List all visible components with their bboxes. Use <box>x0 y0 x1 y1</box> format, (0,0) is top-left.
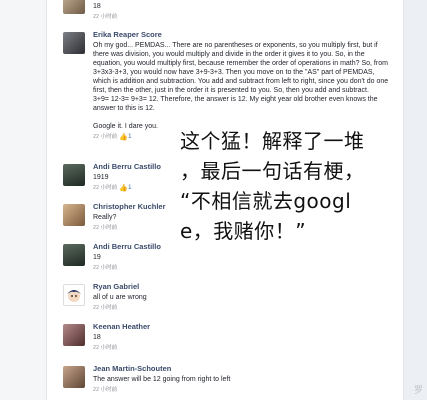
comment-timestamp[interactable]: 22 小时前 <box>93 184 117 193</box>
avatar[interactable] <box>63 284 85 306</box>
comment-timestamp[interactable]: 22 小时前 <box>93 344 117 353</box>
right-gutter <box>403 0 427 400</box>
comment-timestamp[interactable]: 22 小时前 <box>93 264 117 273</box>
avatar[interactable] <box>63 0 85 14</box>
comment-text: Oh my god... PEMDAS... There are no pare… <box>93 42 389 130</box>
avatar[interactable] <box>63 32 85 54</box>
thumbs-up-icon[interactable]: 👍 <box>119 134 128 141</box>
comment-timestamp[interactable]: 22 小时前 <box>93 13 117 22</box>
avatar[interactable] <box>63 204 85 226</box>
comment-timestamp[interactable]: 22 小时前 <box>93 133 117 142</box>
watermark: 罗 <box>413 385 423 395</box>
like-count[interactable]: 1 <box>128 184 131 193</box>
cartoon-avatar-icon <box>67 290 81 302</box>
comment-timestamp[interactable]: 22 小时前 <box>93 304 117 313</box>
commenter-name[interactable]: Keenan Heather <box>93 322 393 332</box>
commenter-name[interactable]: Jean Martin-Schouten <box>93 364 393 374</box>
comment-timestamp[interactable]: 22 小时前 <box>93 224 117 233</box>
comment-text: The answer will be 12 going from right t… <box>93 376 231 383</box>
avatar[interactable] <box>63 366 85 388</box>
thumbs-up-icon[interactable]: 👍 <box>119 185 128 192</box>
chinese-annotation: 这个猛！解释了一堆 ，最后一句话有梗， “不相信就去googl e，我赌你！” <box>180 129 365 243</box>
comment-text: all of u are wrong <box>93 294 147 301</box>
comment-text: 18 <box>93 3 101 10</box>
avatar[interactable] <box>63 244 85 266</box>
like-count[interactable]: 1 <box>128 133 131 142</box>
avatar[interactable] <box>63 324 85 346</box>
comment-text: 18 <box>93 334 101 341</box>
comment-timestamp[interactable]: 22 小时前 <box>93 386 117 395</box>
comment-item: 18 22 小时前 <box>63 0 393 24</box>
avatar[interactable] <box>63 164 85 186</box>
commenter-name[interactable]: Erika Reaper Score <box>93 30 393 40</box>
commenter-name[interactable]: Ryan Gabriel <box>93 282 393 292</box>
comment-text: 19 <box>93 254 101 261</box>
